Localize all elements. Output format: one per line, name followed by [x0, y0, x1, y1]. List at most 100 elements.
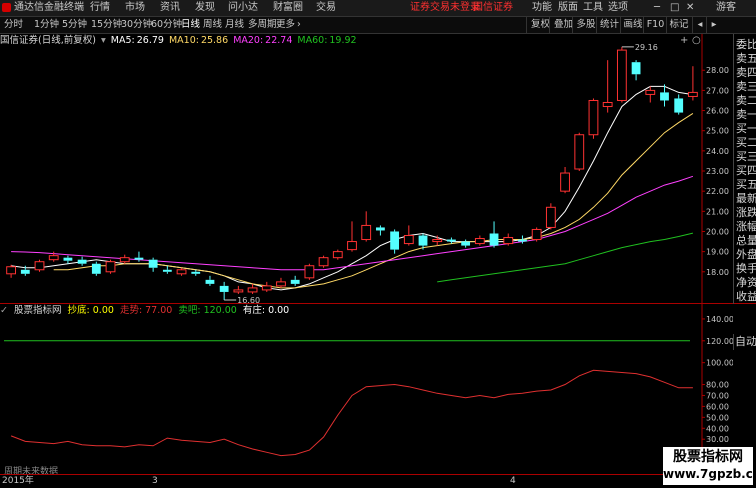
candle[interactable] [247, 283, 258, 294]
menu-item-quotes[interactable]: 行情 [90, 0, 110, 16]
candle[interactable] [318, 255, 329, 268]
right-arrow-icon[interactable]: ▸ [706, 17, 721, 33]
candle[interactable] [119, 254, 130, 264]
candle[interactable] [148, 257, 158, 272]
candle[interactable] [574, 132, 585, 172]
candle[interactable] [304, 263, 315, 280]
period-tab-multi[interactable]: 多周期 [248, 17, 277, 33]
candle[interactable] [233, 285, 244, 294]
candle-body [205, 279, 215, 284]
multi-stock-button[interactable]: 多股 [572, 17, 599, 33]
candle[interactable] [531, 227, 542, 242]
indicator-tick-label: 40.00 [706, 424, 729, 433]
candle-body [332, 251, 343, 259]
candle[interactable] [332, 249, 343, 260]
period-tab-intraday[interactable]: 分时 [4, 17, 23, 33]
menu-item-discover[interactable]: 发现 [195, 0, 215, 16]
period-tab-weekly[interactable]: 周线 [203, 17, 222, 33]
guest-label[interactable]: 游客 [716, 0, 736, 16]
candle-body [390, 231, 400, 250]
candle-body [191, 271, 201, 274]
menu-item-options[interactable]: 选项 [608, 0, 628, 16]
candle[interactable] [91, 261, 101, 276]
period-tab-5min[interactable]: 5分钟 [62, 17, 87, 33]
candle[interactable] [34, 259, 45, 272]
candle[interactable] [560, 166, 570, 194]
auto-button[interactable]: 自动 [733, 334, 756, 350]
candle[interactable] [276, 277, 286, 288]
period-tab-60min[interactable]: 60分钟 [151, 17, 182, 33]
candle-body [403, 235, 414, 245]
candle[interactable] [361, 211, 372, 242]
candle[interactable] [616, 46, 627, 103]
price-tick-label: 25.00 [706, 127, 729, 136]
period-tab-monthly[interactable]: 月线 [225, 17, 244, 33]
menu-item-wealth[interactable]: 财富圈 [273, 0, 303, 16]
statistics-button[interactable]: 统计 [596, 17, 622, 33]
kline-chart[interactable]: 18.00 19.00 20.00 21.00 22.00 23.00 24.00 25.00… [0, 34, 733, 304]
candle[interactable] [290, 275, 300, 286]
menu-item-market[interactable]: 市场 [125, 0, 145, 16]
maximize-button[interactable]: □ [670, 0, 679, 16]
candle[interactable] [545, 203, 556, 230]
period-tab-1min[interactable]: 1分钟 [34, 17, 59, 33]
minimize-button[interactable]: ─ [654, 0, 660, 16]
candle[interactable] [219, 281, 229, 300]
indicator-tick-label: 60.00 [706, 402, 729, 411]
menu-item-tools[interactable]: 工具 [583, 0, 603, 16]
candle[interactable] [347, 221, 357, 252]
left-arrow-icon[interactable]: ◂ [692, 17, 707, 33]
candle[interactable] [376, 225, 385, 236]
period-tab-more[interactable]: 更多 [276, 17, 295, 33]
menu-item-function[interactable]: 功能 [532, 0, 552, 16]
indicator-chart[interactable]: 10.0020.0030.0040.0050.0060.0070.0080.00… [0, 304, 733, 474]
candle[interactable] [403, 225, 414, 246]
candle[interactable] [588, 98, 599, 139]
menu-item-layout[interactable]: 版面 [558, 0, 578, 16]
broker-name[interactable]: 国信证券 [473, 0, 513, 16]
period-tab-30min[interactable]: 30分钟 [121, 17, 152, 33]
mark-button[interactable]: 标记 [666, 17, 691, 33]
candle[interactable] [205, 275, 215, 286]
candle[interactable] [6, 264, 17, 278]
candle[interactable] [674, 94, 684, 115]
candle-body [20, 269, 30, 274]
menu-item-news[interactable]: 资讯 [160, 0, 180, 16]
candle-body [63, 257, 73, 261]
candle[interactable] [461, 239, 471, 248]
candle[interactable] [631, 60, 641, 81]
candle-body [447, 239, 456, 242]
candle[interactable] [474, 235, 485, 246]
menu-item-trade[interactable]: 交易 [316, 0, 336, 16]
candle-body [34, 261, 45, 271]
draw-line-button[interactable]: 画线 [620, 17, 645, 33]
indicator-tick-label: 120.00 [706, 337, 733, 346]
watermark: 股票指标网 www.7gpzb.com [663, 447, 756, 485]
candle-body [119, 257, 130, 263]
candle-body [91, 263, 101, 274]
more-arrow-icon[interactable]: › [297, 17, 301, 33]
quote-panel: 委比 卖五 卖四 卖三 卖二 卖一 买一 买二 买三 买四 买五 最新 涨跌 涨… [733, 34, 756, 304]
candle[interactable] [162, 265, 172, 274]
watermark-title: 股票指标网 [673, 449, 743, 465]
candle-body [77, 259, 87, 264]
candle[interactable] [77, 256, 87, 266]
candle[interactable] [602, 60, 613, 113]
candle[interactable] [176, 267, 187, 276]
period-tab-daily[interactable]: 日线 [181, 17, 200, 33]
candle[interactable] [645, 86, 656, 103]
candle[interactable] [63, 255, 73, 264]
candle[interactable] [261, 281, 272, 292]
candle[interactable] [105, 259, 116, 274]
trade-login-notice[interactable]: 证券交易未登录 [410, 0, 480, 16]
candle[interactable] [687, 66, 698, 101]
period-tab-15min[interactable]: 15分钟 [91, 17, 122, 33]
menu-item-ask[interactable]: 问小达 [228, 0, 258, 16]
close-button[interactable]: ✕ [686, 0, 694, 16]
f10-button[interactable]: F10 [643, 17, 667, 33]
menu-bar: 通达信金融终端 行情 市场 资讯 发现 问小达 财富圈 交易 证券交易未登录 国… [0, 0, 756, 17]
candle[interactable] [390, 229, 400, 254]
candle[interactable] [489, 221, 499, 248]
candle[interactable] [503, 233, 514, 246]
candle-body [674, 98, 684, 113]
